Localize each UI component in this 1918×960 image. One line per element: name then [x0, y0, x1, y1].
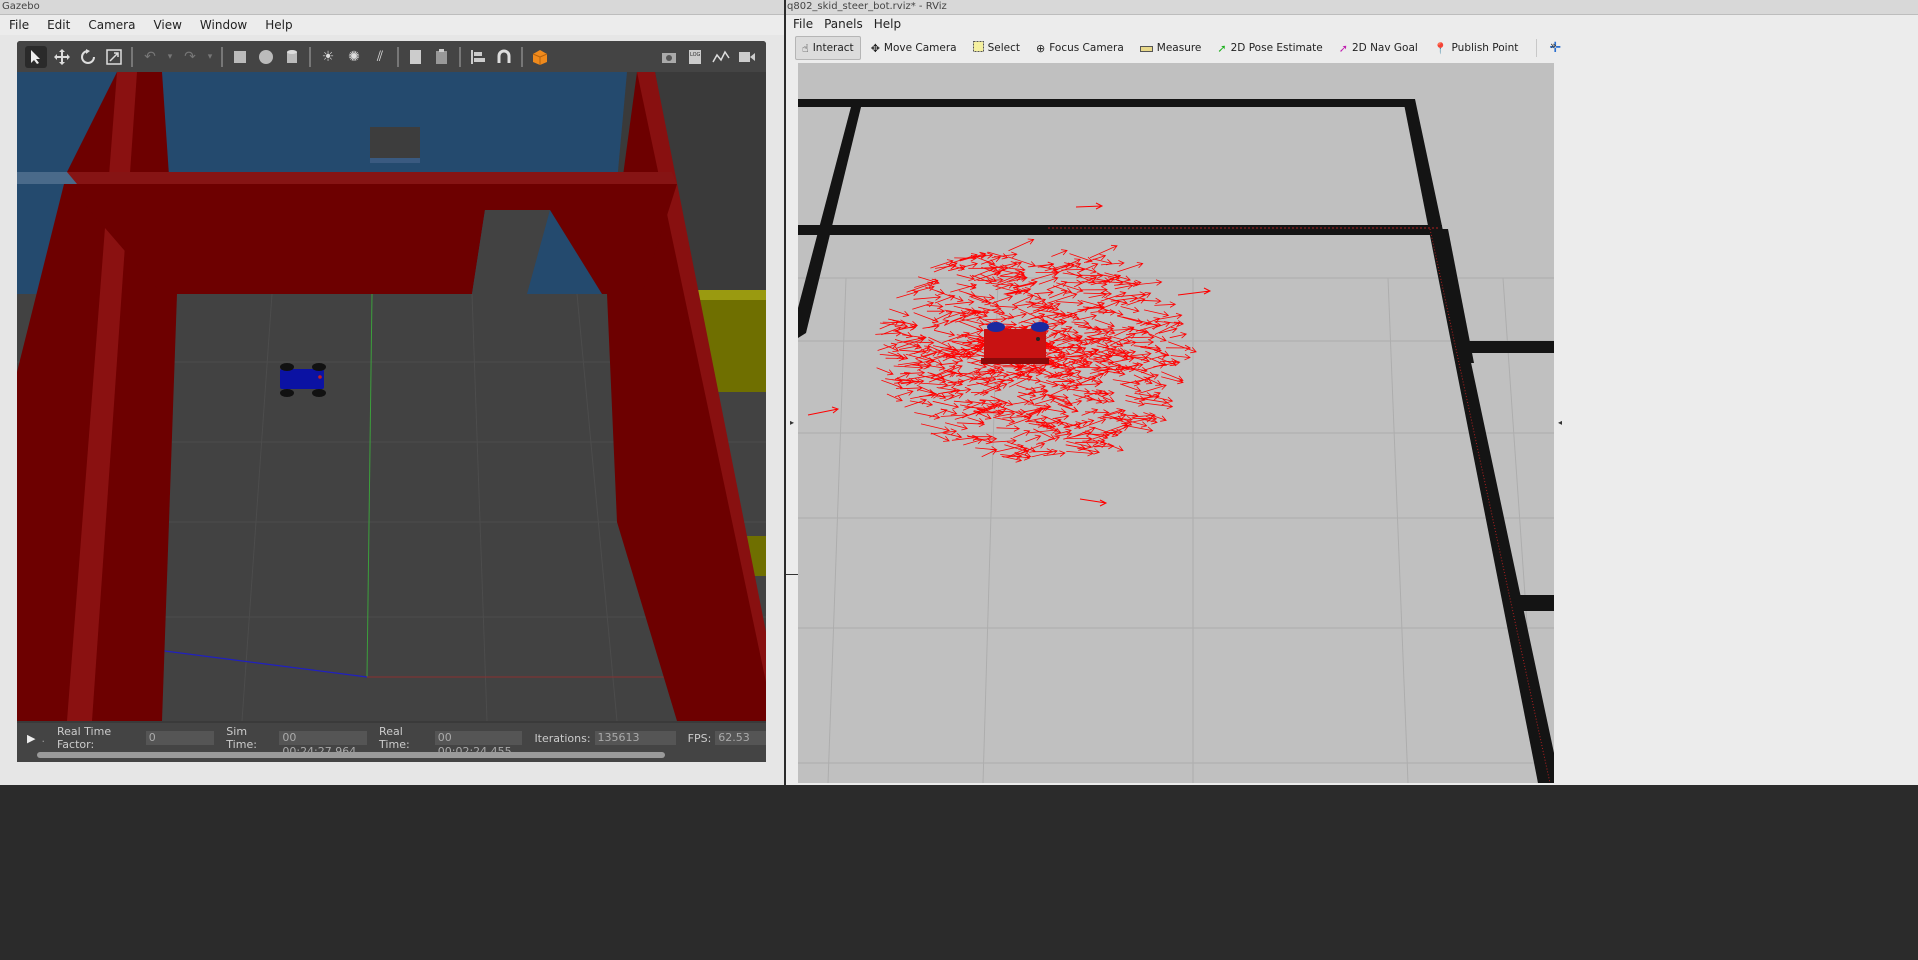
menu-file[interactable]: File [0, 18, 38, 32]
rviz-3d-view[interactable] [798, 63, 1554, 783]
toolbar-separator [521, 46, 523, 67]
tool-measure-label: Measure [1156, 42, 1202, 54]
log-icon[interactable]: LOG [684, 46, 706, 68]
pose-arrow-green-icon: ➚ [1217, 41, 1227, 55]
tool-select-label: Select [987, 42, 1021, 54]
menu-window[interactable]: Window [191, 18, 256, 32]
cylinder-icon[interactable] [281, 46, 303, 68]
rviz-right-splitter[interactable]: ◂ [1554, 63, 1568, 783]
iterations-value: 135613 [594, 731, 676, 745]
play-icon[interactable]: ▶ [27, 732, 35, 745]
tool-2d-pose-estimate[interactable]: ➚ 2D Pose Estimate [1211, 37, 1328, 59]
spot-light-icon[interactable]: ✺ [343, 46, 365, 68]
hand-icon: ☝ [802, 41, 809, 55]
sphere-icon[interactable] [255, 46, 277, 68]
toolbar-separator [131, 46, 133, 67]
copy-icon[interactable] [405, 46, 427, 68]
plot-icon[interactable] [710, 46, 732, 68]
move-camera-icon: ✥ [870, 41, 880, 55]
step-icon[interactable]: . [41, 732, 45, 745]
tool-measure[interactable]: Measure [1134, 37, 1208, 59]
select-box-icon [972, 41, 984, 55]
tool-focus-camera[interactable]: ⊕ Focus Camera [1030, 37, 1130, 59]
collapse-left-icon[interactable]: ▸ [790, 418, 794, 427]
tool-2d-pose-label: 2D Pose Estimate [1230, 42, 1323, 54]
snap-icon[interactable] [493, 46, 515, 68]
sim-time-label: Sim Time: [226, 725, 257, 751]
rviz-menubar: File Panels Help [786, 15, 1918, 33]
menu-camera[interactable]: Camera [79, 18, 144, 32]
rviz-menu-file[interactable]: File [786, 17, 817, 31]
menu-edit[interactable]: Edit [38, 18, 79, 32]
tool-move-camera-label: Move Camera [883, 42, 957, 54]
redo-menu-icon[interactable]: ▾ [205, 46, 215, 68]
rviz-menu-panels[interactable]: Panels [817, 17, 867, 31]
tool-interact-label: Interact [812, 42, 854, 54]
desktop-background [0, 785, 1918, 960]
fps-value: 62.53 [715, 731, 766, 745]
toolbar-separator [397, 46, 399, 67]
tool-move-camera[interactable]: ✥ Move Camera [865, 37, 963, 59]
rotate-icon[interactable] [77, 46, 99, 68]
gazebo-world-render[interactable] [17, 72, 766, 721]
rviz-menu-help[interactable]: Help [867, 17, 905, 31]
toolbar-separator [459, 46, 461, 67]
view-angle-icon[interactable] [529, 46, 551, 68]
undo-icon[interactable]: ↶ [139, 46, 161, 68]
rviz-left-splitter[interactable]: ▸ [786, 63, 798, 783]
fps-label: FPS: [687, 731, 712, 745]
ruler-icon [1139, 42, 1153, 55]
svg-text:LOG: LOG [690, 52, 701, 58]
rviz-window: q802_skid_steer_bot.rviz* - RViz File Pa… [786, 0, 1918, 785]
video-icon[interactable] [736, 46, 758, 68]
select-arrow-icon[interactable] [25, 45, 47, 68]
scale-icon[interactable] [103, 46, 125, 68]
screenshot-icon[interactable] [658, 46, 680, 68]
rviz-title: q802_skid_steer_bot.rviz* - RViz [786, 0, 1918, 15]
tool-focus-camera-label: Focus Camera [1049, 42, 1124, 54]
iterations-label: Iterations: [534, 731, 591, 745]
collapse-right-icon[interactable]: ◂ [1558, 418, 1562, 427]
real-time-value: 00 00:02:24.455 [434, 731, 523, 758]
focus-icon: ⊕ [1036, 41, 1046, 55]
menu-view[interactable]: View [144, 18, 190, 32]
paste-icon[interactable] [431, 46, 453, 68]
tool-2d-nav-goal-label: 2D Nav Goal [1351, 42, 1418, 54]
rtf-value: 0 [145, 731, 215, 745]
toolbar-separator [221, 46, 223, 67]
tool-publish-point[interactable]: 📍 Publish Point [1428, 37, 1525, 59]
gazebo-3d-scene[interactable] [17, 72, 766, 721]
real-time-label: Real Time: [379, 725, 410, 751]
tool-select[interactable]: Select [967, 37, 1026, 59]
tool-publish-point-label: Publish Point [1451, 42, 1519, 54]
box-icon[interactable] [229, 46, 251, 68]
gazebo-title: Gazebo [0, 0, 784, 15]
menu-help[interactable]: Help [256, 18, 301, 32]
tool-interact[interactable]: ☝ Interact [795, 36, 861, 60]
toolbar-separator [309, 46, 311, 67]
rviz-map-render[interactable] [798, 63, 1554, 783]
redo-icon[interactable]: ↷ [179, 46, 201, 68]
align-icon[interactable] [467, 46, 489, 68]
goal-arrow-pink-icon: ➚ [1338, 41, 1348, 55]
tool-2d-nav-goal[interactable]: ➚ 2D Nav Goal [1333, 37, 1424, 59]
map-pin-icon: 📍 [1433, 41, 1448, 55]
point-light-icon[interactable]: ☀ [317, 46, 339, 68]
directional-light-icon[interactable]: ⫽ [369, 46, 391, 68]
rviz-toolbar: ☝ Interact ✥ Move Camera Select ⊕ Focus Cam… [795, 36, 1569, 60]
translate-icon[interactable] [51, 46, 73, 68]
gazebo-toolbar: ↶ ▾ ↷ ▾ ☀ ✺ ⫽ LOG [17, 41, 766, 72]
gazebo-horizontal-scrollbar[interactable] [37, 752, 665, 758]
gazebo-menubar: File Edit Camera View Window Help [0, 15, 784, 35]
chevron-double-right-icon[interactable]: » [1550, 39, 1557, 52]
sim-time-value: 00 00:24:27.964 [279, 731, 368, 758]
rtf-label: Real Time Factor: [56, 725, 112, 751]
gazebo-status-bar: ▶ . Real Time Factor: 0 Sim Time: 00 00:… [17, 723, 766, 758]
undo-menu-icon[interactable]: ▾ [165, 46, 175, 68]
